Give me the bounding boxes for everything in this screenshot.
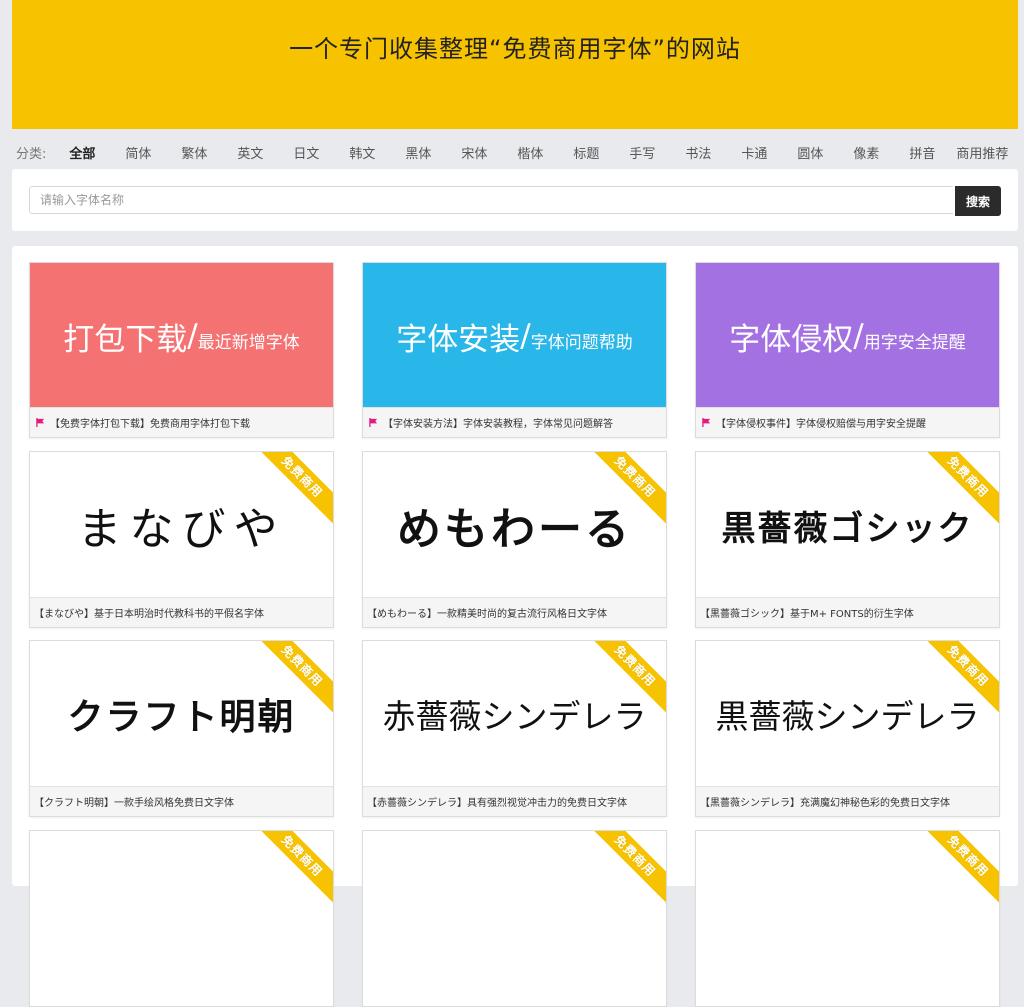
site-title: 一个专门收集整理“免费商用字体”的网站 [289, 35, 741, 63]
card-caption[interactable]: 【めもわーる】一款精美时尚的复古流行风格日文字体 [363, 597, 666, 627]
category-simplified[interactable]: 简体 [110, 143, 166, 162]
category-cartoon[interactable]: 卡通 [726, 143, 782, 162]
category-pixel[interactable]: 像素 [838, 143, 894, 162]
card-caption[interactable]: 【クラフト明朝】一款手绘风格免费日文字体 [30, 786, 333, 816]
font-sample-text: 赤薔薇シンデレラ [382, 697, 647, 736]
font-sample-text: まなびや [77, 504, 286, 555]
feature-title: 打包下载 [63, 321, 188, 358]
category-rounded[interactable]: 圆体 [782, 143, 838, 162]
feature-card-install[interactable]: 字体安装 / 字体问题帮助 【字体安装方法】字体安装教程，字体常见问题解答 [362, 262, 667, 438]
font-card-manabiya[interactable]: まなびや 免费商用 【まなびや】基于日本明治时代教科书的平假名字体 [29, 451, 334, 628]
feature-subtitle: 字体问题帮助 [530, 332, 633, 353]
card-caption[interactable]: 【黒薔薇シンデレラ】充满魔幻神秘色彩的免费日文字体 [696, 786, 999, 816]
font-grid: 打包下载 / 最近新增字体 【免费字体打包下载】免费商用字体打包下载 字体安装 / 字体… [12, 246, 1018, 1007]
flag-icon [36, 418, 45, 427]
flag-icon [369, 418, 378, 427]
font-sample-text: 黒薔薇ゴシック [721, 508, 974, 549]
card-caption[interactable]: 【免费字体打包下载】免费商用字体打包下载 [30, 407, 333, 437]
site-banner: 一个专门收集整理“免费商用字体”的网站 [12, 0, 1018, 129]
category-pinyin[interactable]: 拼音 [894, 143, 950, 162]
category-title[interactable]: 标题 [558, 143, 614, 162]
feature-thumb-download: 打包下载 / 最近新增字体 [30, 263, 333, 409]
card-caption[interactable]: 【赤薔薇シンデレラ】具有强烈视觉冲击力的免费日文字体 [363, 786, 666, 816]
font-card-partial-2[interactable]: 免费商用 [362, 830, 667, 1007]
feature-subtitle: 用字安全提醒 [863, 332, 966, 353]
flag-icon [702, 418, 711, 427]
search-button[interactable]: 搜索 [955, 186, 1001, 216]
category-kaiti[interactable]: 楷体 [502, 143, 558, 162]
font-card-kurobara-gothic[interactable]: 黒薔薇ゴシック 免费商用 【黒薔薇ゴシック】基于M+ FONTS的衍生字体 [695, 451, 1000, 628]
category-calligraphy[interactable]: 书法 [670, 143, 726, 162]
font-card-partial-3[interactable]: 免费商用 [695, 830, 1000, 1007]
feature-title: 字体侵权 [729, 321, 854, 358]
category-bar: 分类: 全部 简体 繁体 英文 日文 韩文 黑体 宋体 楷体 标题 手写 书法 … [0, 136, 1024, 168]
caption-text: 【字体安装方法】字体安装教程，字体常见问题解答 [383, 419, 613, 430]
font-sample-text: めもわーる [397, 504, 632, 555]
category-handwriting[interactable]: 手写 [614, 143, 670, 162]
font-card-akabara-cinderella[interactable]: 赤薔薇シンデレラ 免费商用 【赤薔薇シンデレラ】具有强烈视觉冲击力的免费日文字体 [362, 640, 667, 817]
card-caption[interactable]: 【まなびや】基于日本明治时代教科书的平假名字体 [30, 597, 333, 627]
feature-thumb-rights: 字体侵权 / 用字安全提醒 [696, 263, 999, 409]
search-panel: 搜索 [12, 169, 1018, 231]
category-traditional[interactable]: 繁体 [166, 143, 222, 162]
feature-slash: / [520, 318, 531, 354]
caption-text: 【クラフト明朝】一款手绘风格免费日文字体 [34, 798, 234, 809]
card-caption[interactable]: 【字体安装方法】字体安装教程，字体常见问题解答 [363, 407, 666, 437]
category-label: 分类: [16, 146, 47, 162]
font-sample-text: 黒薔薇シンデレラ [715, 697, 980, 736]
feature-slash: / [187, 318, 198, 354]
caption-text: 【免费字体打包下载】免费商用字体打包下载 [50, 419, 250, 430]
feature-card-download[interactable]: 打包下载 / 最近新增字体 【免费字体打包下载】免费商用字体打包下载 [29, 262, 334, 438]
category-korean[interactable]: 韩文 [334, 143, 390, 162]
search-input[interactable] [29, 186, 953, 214]
caption-text: 【字体侵权事件】字体侵权赔偿与用字安全提醒 [716, 419, 926, 430]
category-japanese[interactable]: 日文 [278, 143, 334, 162]
category-songti[interactable]: 宋体 [446, 143, 502, 162]
feature-subtitle: 最近新增字体 [197, 332, 300, 353]
feature-thumb-install: 字体安装 / 字体问题帮助 [363, 263, 666, 409]
caption-text: 【黒薔薇シンデレラ】充满魔幻神秘色彩的免费日文字体 [700, 798, 950, 809]
caption-text: 【赤薔薇シンデレラ】具有强烈视觉冲击力的免费日文字体 [367, 798, 627, 809]
font-sample-text: クラフト明朝 [67, 697, 296, 738]
category-heiti[interactable]: 黑体 [390, 143, 446, 162]
category-english[interactable]: 英文 [222, 143, 278, 162]
font-card-memoire[interactable]: めもわーる 免费商用 【めもわーる】一款精美时尚的复古流行风格日文字体 [362, 451, 667, 628]
font-card-craft-mincho[interactable]: クラフト明朝 免费商用 【クラフト明朝】一款手绘风格免费日文字体 [29, 640, 334, 817]
feature-card-rights[interactable]: 字体侵权 / 用字安全提醒 【字体侵权事件】字体侵权赔偿与用字安全提醒 [695, 262, 1000, 438]
card-caption[interactable]: 【字体侵权事件】字体侵权赔偿与用字安全提醒 [696, 407, 999, 437]
category-commercial-recommend[interactable]: 商用推荐 [950, 143, 1014, 162]
category-all[interactable]: 全部 [54, 143, 110, 162]
font-card-partial-1[interactable]: 免费商用 [29, 830, 334, 1007]
feature-title: 字体安装 [396, 321, 521, 358]
font-card-kurobara-cinderella[interactable]: 黒薔薇シンデレラ 免费商用 【黒薔薇シンデレラ】充满魔幻神秘色彩的免费日文字体 [695, 640, 1000, 817]
feature-slash: / [853, 318, 864, 354]
caption-text: 【まなびや】基于日本明治时代教科书的平假名字体 [34, 609, 264, 620]
caption-text: 【黒薔薇ゴシック】基于M+ FONTS的衍生字体 [700, 609, 914, 620]
card-caption[interactable]: 【黒薔薇ゴシック】基于M+ FONTS的衍生字体 [696, 597, 999, 627]
caption-text: 【めもわーる】一款精美时尚的复古流行风格日文字体 [367, 609, 607, 620]
